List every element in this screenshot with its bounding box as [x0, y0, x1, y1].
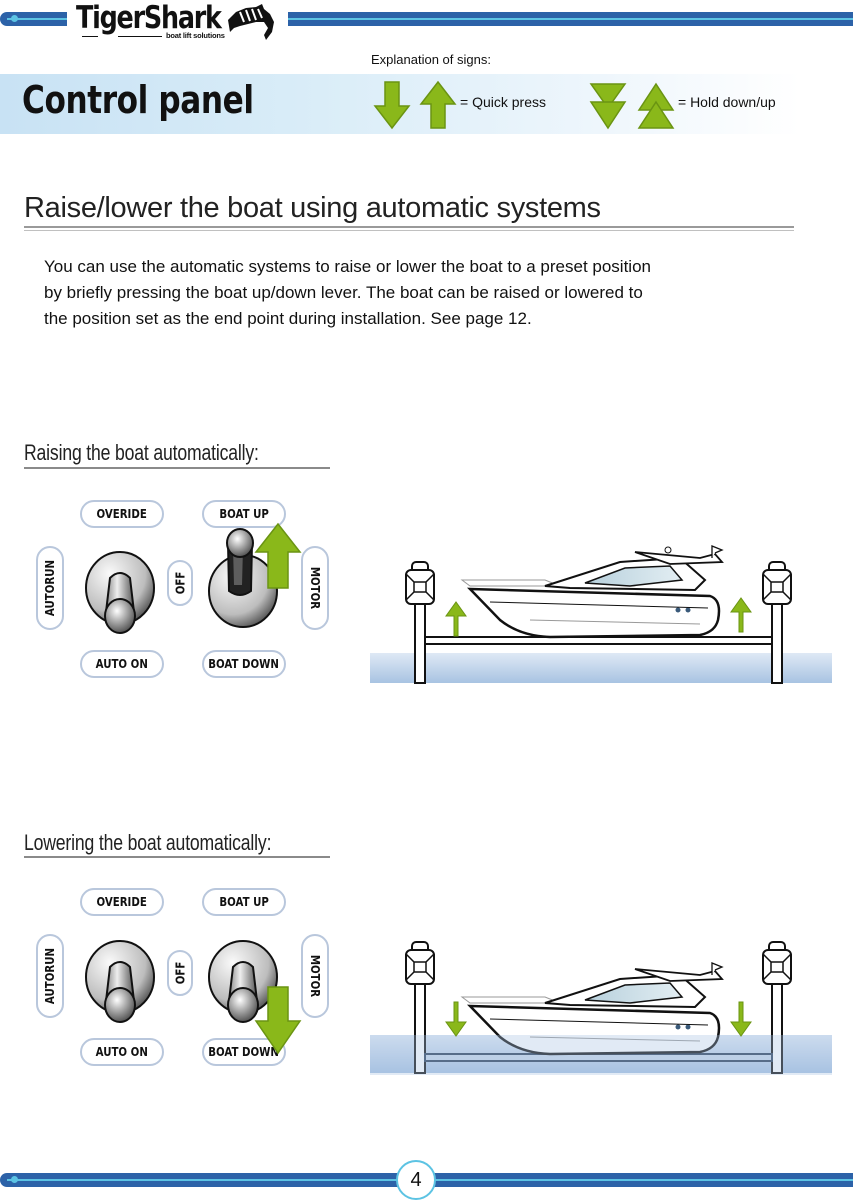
autorun-toggle-switch[interactable]	[82, 937, 166, 1027]
section-title: Raise/lower the boat using automatic sys…	[24, 192, 601, 224]
section-body: You can use the automatic systems to rai…	[44, 254, 764, 332]
off-label: OFF	[167, 560, 193, 606]
body-line: You can use the automatic systems to rai…	[44, 257, 651, 276]
boat-down-label: BOAT DOWN	[202, 650, 286, 678]
footer-bar-dot	[11, 1176, 18, 1183]
shark-icon	[228, 4, 274, 40]
arrow-up-icon	[445, 601, 467, 637]
arrow-down-icon	[254, 986, 302, 1055]
boat-lift-illustration-raising	[370, 545, 832, 684]
section-rule-thin	[24, 230, 794, 231]
off-label: OFF	[167, 950, 193, 996]
autorun-toggle-switch[interactable]	[82, 548, 166, 638]
arrow-up-icon	[419, 80, 457, 129]
lowering-title: Lowering the boat automatically:	[24, 830, 272, 855]
boat-lift-illustration-lowering	[370, 941, 832, 1075]
brand-tagline: boat lift solutions	[166, 31, 225, 40]
arrow-down-icon	[730, 1001, 752, 1037]
auto-on-label: AUTO ON	[80, 650, 164, 678]
body-line: by briefly pressing the boat up/down lev…	[44, 283, 643, 302]
boat-icon	[460, 545, 724, 639]
header-bar-dot	[11, 15, 18, 22]
autorun-label: AUTORUN	[36, 934, 64, 1018]
overide-label: OVERIDE	[80, 500, 164, 528]
overide-label: OVERIDE	[80, 888, 164, 916]
body-line: the position set as the end point during…	[44, 309, 532, 328]
double-arrow-up-icon	[637, 82, 675, 129]
logo-rule	[118, 36, 162, 37]
page-title: Control panel	[22, 78, 254, 122]
arrow-up-icon	[254, 522, 302, 589]
lowering-rule	[24, 856, 330, 858]
boat-up-label: BOAT UP	[202, 888, 286, 916]
section-rule	[24, 226, 794, 228]
page-number: 4	[396, 1160, 436, 1200]
water	[370, 653, 832, 683]
legend-quick-press: = Quick press	[460, 94, 546, 110]
motor-label: MOTOR	[301, 546, 329, 630]
explanation-label: Explanation of signs:	[371, 52, 491, 67]
logo-rule	[82, 36, 98, 37]
autorun-label: AUTORUN	[36, 546, 64, 630]
lift-cradle	[424, 636, 773, 645]
header-bar-right	[288, 12, 853, 26]
arrow-down-icon	[445, 1001, 467, 1037]
legend-hold: = Hold down/up	[678, 94, 776, 110]
raising-title: Raising the boat automatically:	[24, 440, 259, 465]
raising-rule	[24, 467, 330, 469]
auto-on-label: AUTO ON	[80, 1038, 164, 1066]
arrow-up-icon	[730, 597, 752, 633]
double-arrow-down-icon	[589, 83, 627, 130]
arrow-down-icon	[373, 81, 411, 130]
motor-label: MOTOR	[301, 934, 329, 1018]
